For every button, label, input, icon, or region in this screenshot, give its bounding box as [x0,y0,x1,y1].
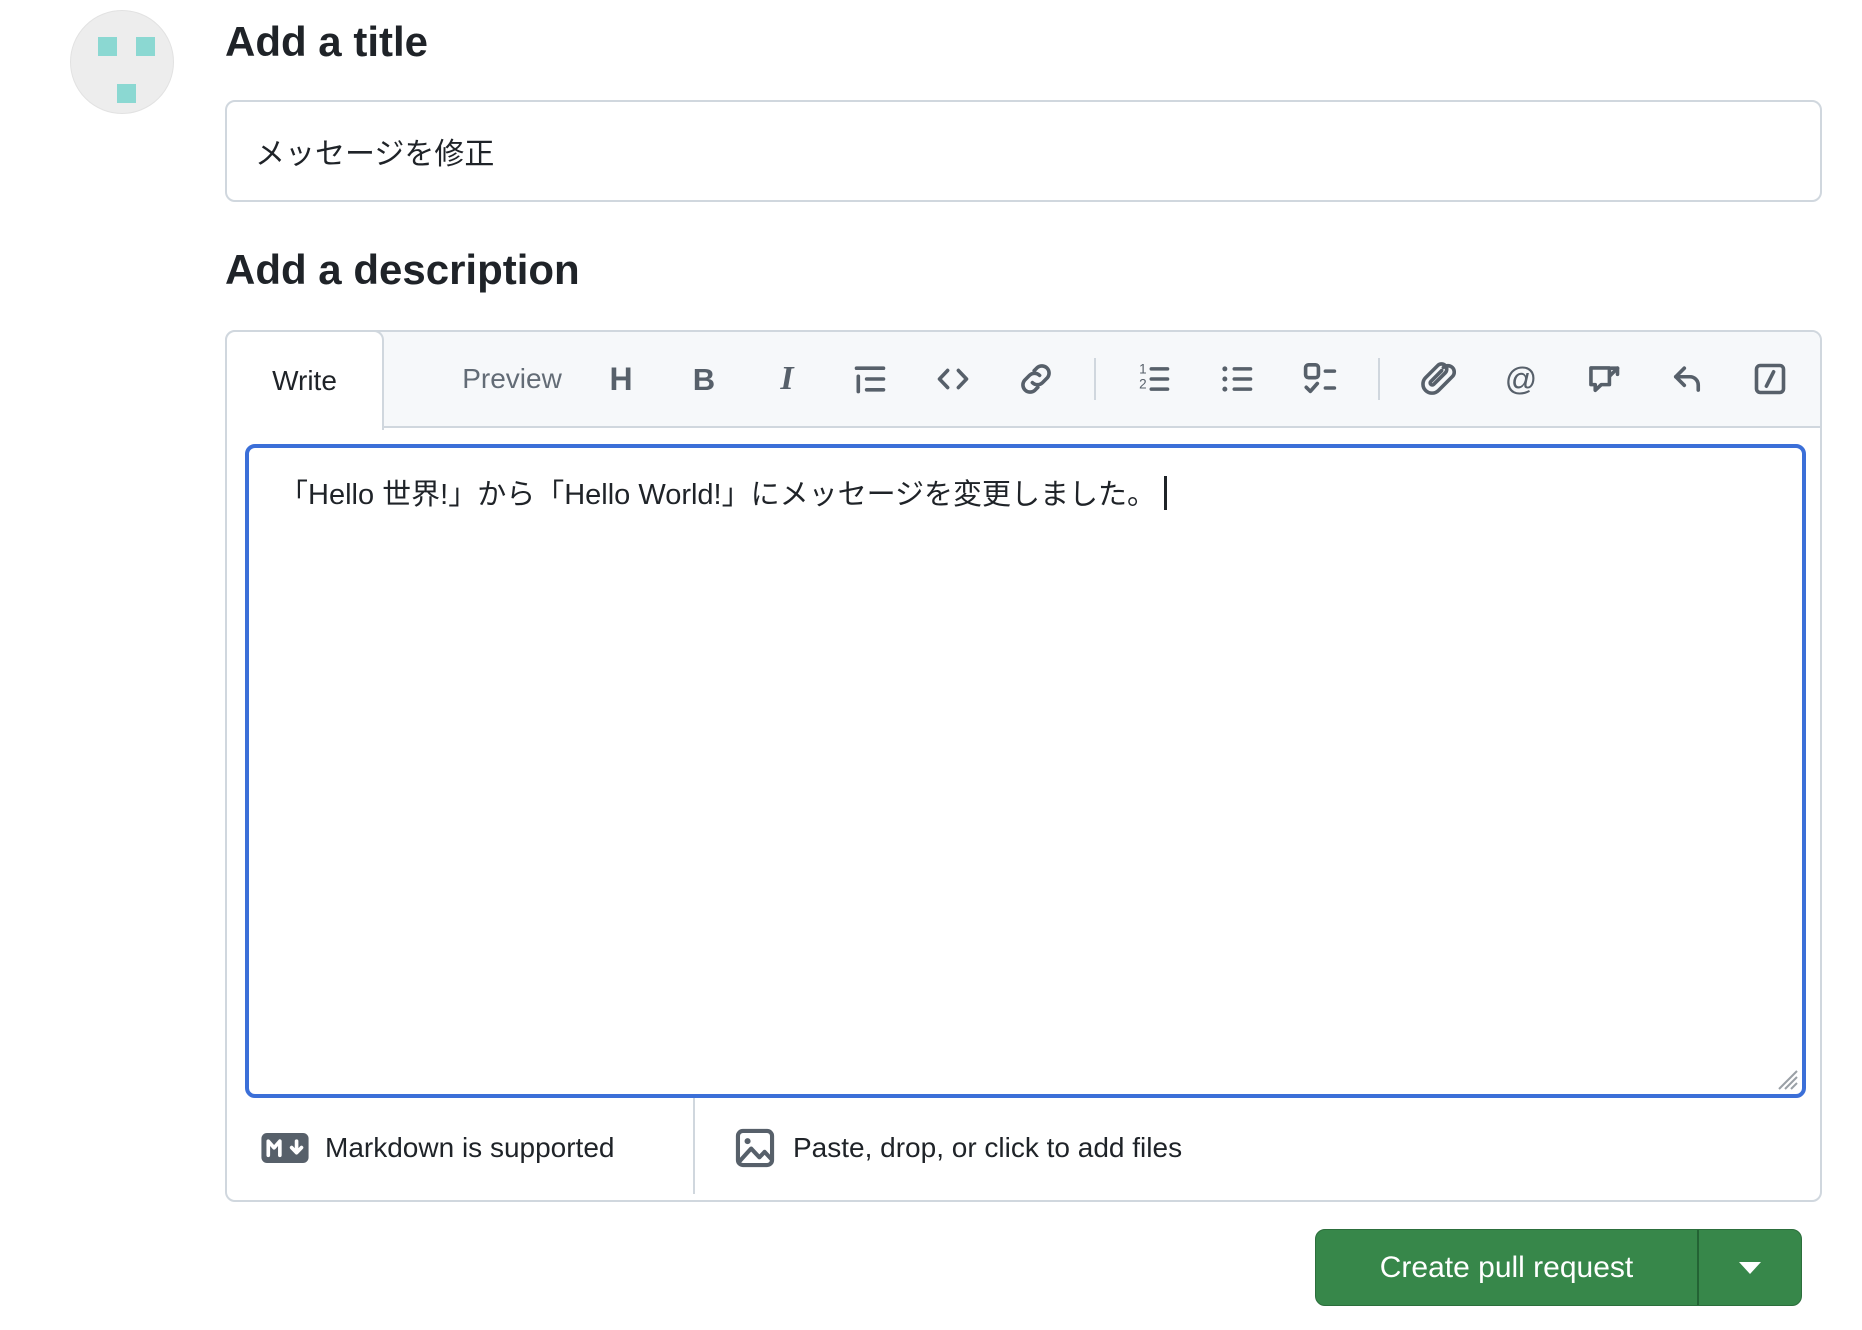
create-pull-request-split-button: Create pull request [1315,1229,1802,1306]
toolbar-paperclip-icon[interactable] [1413,354,1463,404]
toolbar-bold-icon[interactable]: B [679,354,729,404]
create-pull-request-options-button[interactable] [1699,1230,1801,1305]
toolbar-link-icon[interactable] [1011,354,1061,404]
description-editor-card: Write Preview H B I 1 2 @ 「Hello 世界!」から「Hello… [225,330,1822,1202]
description-heading: Add a description [225,246,580,293]
markdown-toolbar: H B I 1 2 @ [596,332,1795,426]
avatar-pixel [136,37,155,56]
title-input[interactable] [225,100,1822,202]
text-cursor [1164,476,1168,510]
markdown-supported-link[interactable]: Markdown is supported [261,1096,614,1200]
attach-files-button[interactable]: Paste, drop, or click to add files [733,1096,1182,1200]
dropdown-caret-icon [1739,1261,1761,1274]
title-heading: Add a title [225,18,429,65]
description-text: 「Hello 世界!」から「Hello World!」にメッセージを変更しました… [279,479,1157,511]
tab-write[interactable]: Write [225,330,384,430]
toolbar-slash-command-icon[interactable] [1745,354,1795,404]
avatar-pixel [117,84,136,103]
toolbar-separator [1378,358,1380,400]
create-pull-request-button[interactable]: Create pull request [1316,1230,1697,1305]
toolbar-tasklist-icon[interactable] [1295,354,1345,404]
svg-text:2: 2 [1139,376,1147,391]
toolbar-separator [1094,358,1096,400]
editor-footer: Markdown is supported Paste, drop, or cl… [227,1096,1820,1200]
image-icon [735,1128,775,1168]
markdown-icon [261,1133,309,1163]
toolbar-heading-icon[interactable]: H [596,354,646,404]
svg-text:1: 1 [1139,362,1147,377]
markdown-hint-label: Markdown is supported [325,1132,615,1163]
footer-divider [693,1098,695,1194]
editor-header: Write Preview H B I 1 2 @ [225,330,1820,430]
toolbar-list-ordered-icon[interactable]: 12 [1129,354,1179,404]
avatar-pixel [98,37,117,56]
avatar [70,10,174,114]
toolbar-italic-icon[interactable]: I [762,354,812,404]
toolbar-code-icon[interactable] [928,354,978,404]
tab-preview[interactable]: Preview [412,332,612,426]
toolbar-mention-icon[interactable]: @ [1496,354,1546,404]
toolbar-list-unordered-icon[interactable] [1212,354,1262,404]
resize-handle-icon[interactable] [1773,1065,1799,1091]
description-textarea[interactable]: 「Hello 世界!」から「Hello World!」にメッセージを変更しました… [245,444,1806,1098]
upload-hint-label: Paste, drop, or click to add files [793,1132,1183,1163]
toolbar-quote-icon[interactable] [845,354,895,404]
toolbar-reply-icon[interactable] [1662,354,1712,404]
toolbar-cross-reference-icon[interactable] [1579,354,1629,404]
